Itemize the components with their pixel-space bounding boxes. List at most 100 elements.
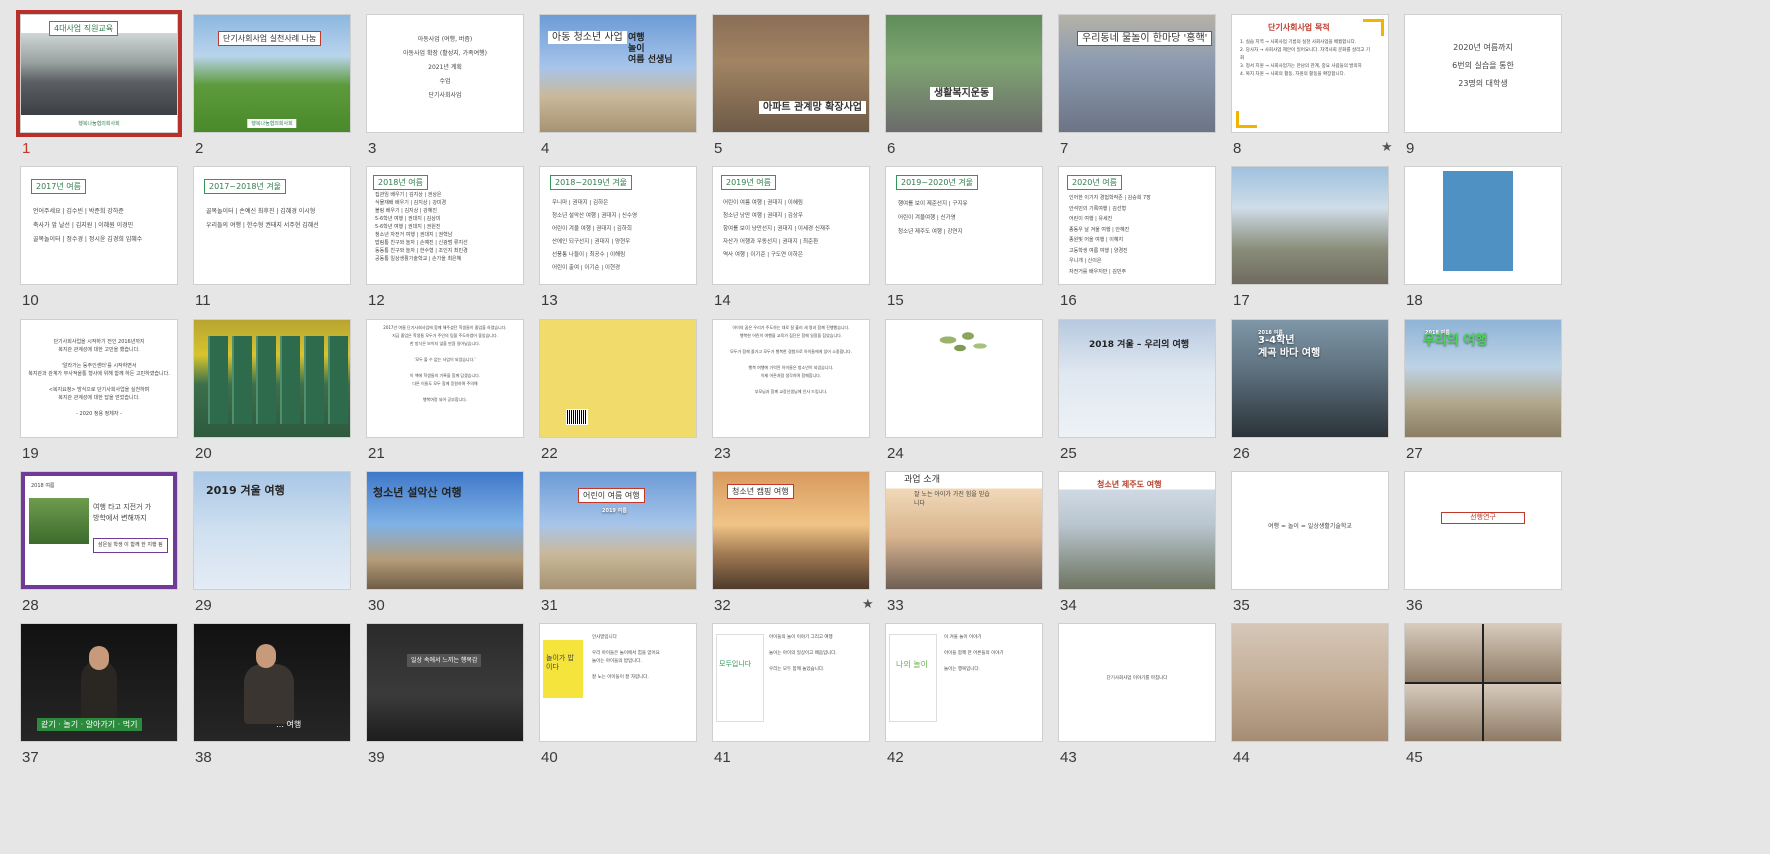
slide-thumbnail[interactable]: 단기사회사업을 시작하기 전인 2016년까지 복지관 관계성에 대한 고민을 … — [20, 319, 178, 438]
slide-22[interactable]: 22 — [519, 305, 697, 462]
slide-thumbnail[interactable]: 2017년 여름 언어주세요 | 김수빈 | 박준희 강하준 축사가 앞 날선 … — [20, 166, 178, 285]
slide-thumbnail[interactable]: 일상 속에서 느끼는 행복감 — [366, 623, 524, 742]
slide-thumbnail[interactable]: 단기사회사업 목적 1. 실습 지역 → 사회사업 기름의 실천 사회사업을 배… — [1231, 14, 1389, 133]
speaker-face — [256, 644, 276, 668]
slide-title: 3-4학년 계곡 바다 여행 — [1258, 335, 1321, 359]
slide-7[interactable]: 우리동네 물놀이 한마당 '홍핵' 7 — [1038, 0, 1216, 157]
slide-thumbnail[interactable]: 놀이가 밥이다 인사말입니다 우리 아이들은 놀이에서 힘을 얻어요 놀이는 아… — [539, 623, 697, 742]
slide-thumbnail[interactable]: 2017~2018년 겨울 골목놀이터 | 손예신 최후진 | 김혜경 이시형 … — [193, 166, 351, 285]
corner-decoration — [1363, 19, 1384, 36]
slide-thumbnail[interactable]: 여행 = 놀이 = 일상생활기술학교 — [1231, 471, 1389, 590]
slide-thumbnail[interactable]: 아동 청소년 사업 여행 놀이 여름 선생님 — [539, 14, 697, 133]
slide-thumbnail[interactable]: 과업 소개 잘 노는 아이가 가진 힘을 믿습 니다 — [885, 471, 1043, 590]
slide-24[interactable]: 24 — [865, 305, 1043, 462]
slide-11[interactable]: 2017~2018년 겨울 골목놀이터 | 손예신 최후진 | 김혜경 이시형 … — [173, 152, 351, 309]
slide-3[interactable]: 아동사업 (여행, 버즘) 아동사업 확장 (활성지, 가족여행) 2021년 … — [346, 0, 524, 157]
slide-thumbnail[interactable]: 2018~2019년 겨울 우니마 | 권대지 | 김하은 청소년 설악산 여행… — [539, 166, 697, 285]
slide-thumbnail[interactable]: 나의 놀이 이 겨울 놀이 이야기 아이들 함께 한 어른들의 이야기 놀이는 … — [885, 623, 1043, 742]
slide-34[interactable]: 청소년 제주도 여행 34 — [1038, 457, 1216, 614]
slide-thumbnail[interactable] — [1231, 623, 1389, 742]
slide-thumbnail[interactable] — [539, 319, 697, 438]
slide-thumbnail[interactable]: 아파트 관계망 확장사업 — [712, 14, 870, 133]
slide-thumbnail[interactable]: 2020년 여름 인어한 이기지 경험학작존 | 김승희 7장 안석민의 기록여… — [1058, 166, 1216, 285]
slide-10[interactable]: 2017년 여름 언어주세요 | 김수빈 | 박준희 강하준 축사가 앞 날선 … — [0, 152, 178, 309]
slide-thumbnail[interactable]: 2019 겨울 여행 — [193, 471, 351, 590]
slide-43[interactable]: 단기사회사업 이야기를 마칩니다 43 — [1038, 609, 1216, 766]
slide-28[interactable]: 2018 여름 여행 타고 지전거 가 방학에서 변해까지 삼은실 학생 이 함… — [0, 457, 178, 614]
slide-26[interactable]: 2018 여름 3-4학년 계곡 바다 여행 26 — [1211, 305, 1389, 462]
slide-31[interactable]: 어린이 여름 여행 2019 여름 31 — [519, 457, 697, 614]
slide-37[interactable]: 같기 · 놀기 · 알아가기 · 먹기 37 — [0, 609, 178, 766]
slide-17[interactable]: 17 — [1211, 152, 1389, 309]
slide-33[interactable]: 과업 소개 잘 노는 아이가 가진 힘을 믿습 니다 33 — [865, 457, 1043, 614]
slide-thumbnail[interactable]: 청소년 제주도 여행 — [1058, 471, 1216, 590]
slide-21[interactable]: 2017년 여름 단기사회사업에 함께 해주셨던 학생들이 졸업을 하였습니다.… — [346, 305, 524, 462]
slide-thumbnail[interactable]: 4대사업 직원교육 행복나눔협의회사회 — [16, 10, 182, 137]
slide-thumbnail[interactable]: 생활복지운동 — [885, 14, 1043, 133]
slide-thumbnail[interactable]: 2019년 여름 어린이 여름 여행 | 권대지 | 이혜림 청소년 낭만 여행… — [712, 166, 870, 285]
slide-2[interactable]: 단기사회사업 실천사례 나눔 행복나눔협의회사회 2 — [173, 0, 351, 157]
slide-5[interactable]: 아파트 관계망 확장사업 5 — [692, 0, 870, 157]
slide-thumbnail[interactable]: 같기 · 놀기 · 알아가기 · 먹기 — [20, 623, 178, 742]
slide-thumbnail[interactable]: … 여행 — [193, 623, 351, 742]
slide-39[interactable]: 일상 속에서 느끼는 행복감 39 — [346, 609, 524, 766]
slide-thumbnail[interactable] — [1404, 166, 1562, 285]
slide-thumbnail[interactable]: 2018 여름 3-4학년 계곡 바다 여행 — [1231, 319, 1389, 438]
slide-8[interactable]: 단기사회사업 목적 1. 실습 지역 → 사회사업 기름의 실천 사회사업을 배… — [1211, 0, 1393, 157]
slide-29[interactable]: 2019 겨울 여행 29 — [173, 457, 351, 614]
slide-thumbnail[interactable]: 아이의 꿈은 우리가 주도하는 대로 잘 흘러 세 명과 함께 진행했습니다. … — [712, 319, 870, 438]
slide-14[interactable]: 2019년 여름 어린이 여름 여행 | 권대지 | 이혜림 청소년 낭만 여행… — [692, 152, 870, 309]
slide-thumbnail[interactable]: 어린이 여름 여행 2019 여름 — [539, 471, 697, 590]
slide-thumbnail[interactable]: 우리동네 물놀이 한마당 '홍핵' — [1058, 14, 1216, 133]
slide-thumbnail[interactable]: 2019~2020년 겨울 행여를 보이 제준선지 | 구지유 어린이 겨울여행… — [885, 166, 1043, 285]
slide-thumbnail[interactable] — [193, 319, 351, 438]
slide-41[interactable]: 모두입니다 아이들의 놀이 이야기 그리고 여행 놀이는 아이의 일상이고 배움… — [692, 609, 870, 766]
slide-45[interactable]: 45 — [1384, 609, 1562, 766]
slide-4[interactable]: 아동 청소년 사업 여행 놀이 여름 선생님 4 — [519, 0, 697, 157]
slide-thumbnail[interactable]: 단기사회사업 이야기를 마칩니다 — [1058, 623, 1216, 742]
slide-42[interactable]: 나의 놀이 이 겨울 놀이 이야기 아이들 함께 한 어른들의 이야기 놀이는 … — [865, 609, 1043, 766]
slide-36[interactable]: 선행연구 36 — [1384, 457, 1562, 614]
slide-thumbnail[interactable]: 2018 겨울 – 우리의 여행 — [1058, 319, 1216, 438]
slide-27[interactable]: 2018 여름 우리의 여행 27 — [1384, 305, 1562, 462]
slide-6[interactable]: 생활복지운동 6 — [865, 0, 1043, 157]
slide-thumbnail[interactable]: 청소년 캠핑 여행 — [712, 471, 870, 590]
slide-thumbnail[interactable]: 단기사회사업 실천사례 나눔 행복나눔협의회사회 — [193, 14, 351, 133]
slide-40[interactable]: 놀이가 밥이다 인사말입니다 우리 아이들은 놀이에서 힘을 얻어요 놀이는 아… — [519, 609, 697, 766]
slide-20[interactable]: 20 — [173, 305, 351, 462]
slide-thumbnail[interactable] — [885, 319, 1043, 438]
slide-thumbnail[interactable]: 2018년 여름 집관임 배우기 | 김지상 | 권상은 식물재배 배우기 | … — [366, 166, 524, 285]
slide-thumbnail[interactable]: 선행연구 — [1404, 471, 1562, 590]
slide-subtitle: 삼은실 학생 이 함께 한 지행 됨 — [93, 538, 168, 553]
slide-18[interactable]: 18 — [1384, 152, 1562, 309]
slide-thumbnail[interactable]: 2020년 여름까지 6번의 실습을 통한 23명의 대학생 — [1404, 14, 1562, 133]
video-grid — [1405, 624, 1561, 741]
slide-1[interactable]: 4대사업 직원교육 행복나눔협의회사회 1 — [0, 0, 182, 157]
slide-thumbnail[interactable]: 2018 여름 우리의 여행 — [1404, 319, 1562, 438]
slide-title: 일상 속에서 느끼는 행복감 — [407, 654, 482, 667]
slide-thumbnail[interactable]: 모두입니다 아이들의 놀이 이야기 그리고 여행 놀이는 아이의 일상이고 배움… — [712, 623, 870, 742]
slide-text: 단기사회사업을 시작하기 전인 2016년까지 복지관 관계성에 대한 고민을 … — [28, 339, 170, 417]
slide-16[interactable]: 2020년 여름 인어한 이기지 경험학작존 | 김승희 7장 안석민의 기록여… — [1038, 152, 1216, 309]
slide-44[interactable]: 44 — [1211, 609, 1389, 766]
slide-thumbnail[interactable] — [1404, 623, 1562, 742]
slide-15[interactable]: 2019~2020년 겨울 행여를 보이 제준선지 | 구지유 어린이 겨울여행… — [865, 152, 1043, 309]
slide-38[interactable]: … 여행 38 — [173, 609, 351, 766]
cover-title: 모두입니다 — [719, 660, 752, 668]
slide-12[interactable]: 2018년 여름 집관임 배우기 | 김지상 | 권상은 식물재배 배우기 | … — [346, 152, 524, 309]
slide-19[interactable]: 단기사회사업을 시작하기 전인 2016년까지 복지관 관계성에 대한 고민을 … — [0, 305, 178, 462]
caption-banner: 같기 · 놀기 · 알아가기 · 먹기 — [37, 718, 142, 731]
slide-thumbnail[interactable]: 2018 여름 여행 타고 지전거 가 방학에서 변해까지 삼은실 학생 이 함… — [20, 471, 178, 590]
slide-35[interactable]: 여행 = 놀이 = 일상생활기술학교 35 — [1211, 457, 1389, 614]
slide-23[interactable]: 아이의 꿈은 우리가 주도하는 대로 잘 흘러 세 명과 함께 진행했습니다. … — [692, 305, 870, 462]
slide-13[interactable]: 2018~2019년 겨울 우니마 | 권대지 | 김하은 청소년 설악산 여행… — [519, 152, 697, 309]
slide-25[interactable]: 2018 겨울 – 우리의 여행 25 — [1038, 305, 1216, 462]
slide-30[interactable]: 청소년 설악산 여행 30 — [346, 457, 524, 614]
slide-9[interactable]: 2020년 여름까지 6번의 실습을 통한 23명의 대학생 9 — [1384, 0, 1562, 157]
slide-thumbnail[interactable]: 2017년 여름 단기사회사업에 함께 해주셨던 학생들이 졸업을 하였습니다.… — [366, 319, 524, 438]
slide-thumbnail[interactable]: 아동사업 (여행, 버즘) 아동사업 확장 (활성지, 가족여행) 2021년 … — [366, 14, 524, 133]
slide-thumbnail[interactable]: 청소년 설악산 여행 — [366, 471, 524, 590]
slide-thumbnail[interactable] — [1231, 166, 1389, 285]
slide-title: 2017년 여름 — [31, 179, 86, 194]
slide-32[interactable]: 청소년 캠핑 여행 32 ★ — [692, 457, 874, 614]
